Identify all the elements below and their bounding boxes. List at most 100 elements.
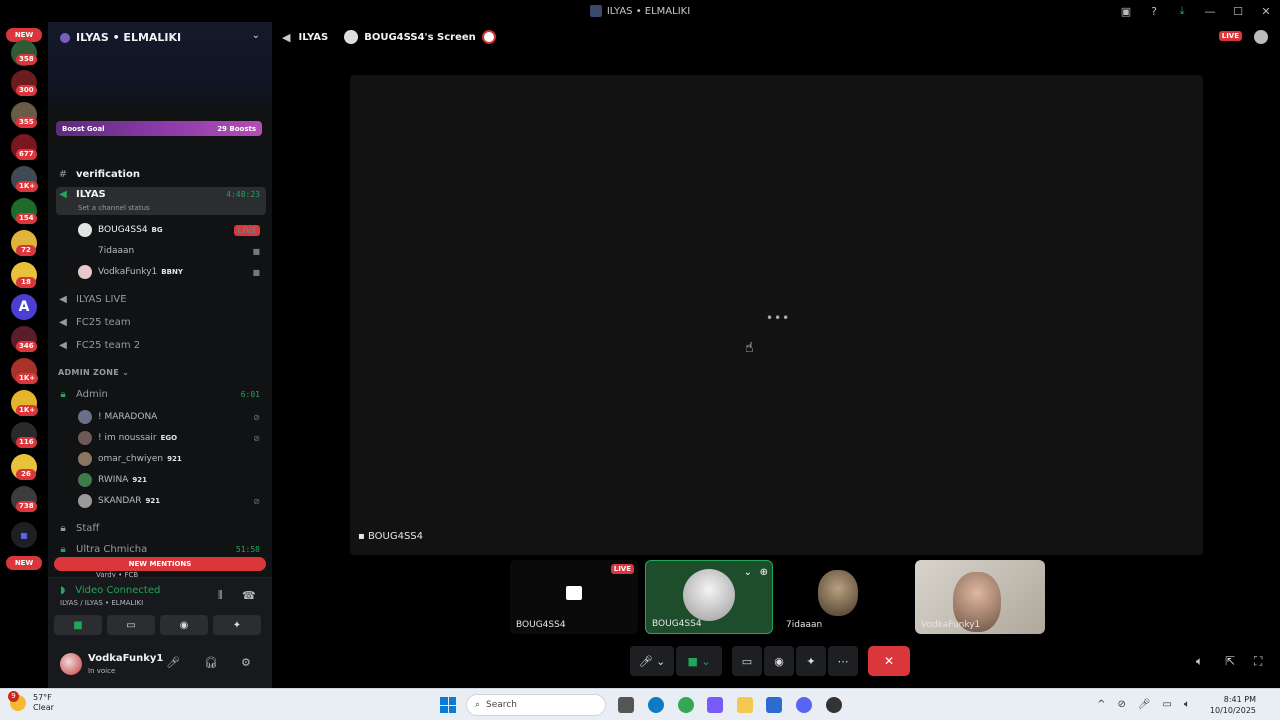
- channel-verification[interactable]: # verification: [56, 166, 266, 182]
- avatar: [78, 223, 92, 237]
- chevron-up-icon[interactable]: ^: [1097, 699, 1105, 710]
- voice-member[interactable]: VodkaFunky1 BBNY ■: [78, 264, 264, 280]
- voice-member[interactable]: 7idaaan ■: [78, 243, 264, 259]
- task-view-icon[interactable]: [618, 697, 634, 713]
- display-icon[interactable]: ▭: [1163, 699, 1172, 710]
- voice-channel-fc25-team-2[interactable]: ◀ FC25 team 2: [56, 337, 266, 353]
- microphone-icon[interactable]: 🎤︎: [1138, 699, 1151, 710]
- camera-feed: [818, 570, 858, 616]
- noise-suppression-icon[interactable]: ⫼: [218, 590, 223, 601]
- chrome-icon[interactable]: [678, 697, 694, 713]
- chevron-down-icon[interactable]: ⌄: [252, 30, 260, 41]
- soundboard-button[interactable]: ✦: [213, 615, 261, 635]
- popout-icon[interactable]: ⇱: [1225, 654, 1235, 668]
- voice-connection-panel: ◗ Video Connected ILYAS / ILYAS • ELMALI…: [48, 577, 272, 689]
- speaker-icon: ◀: [59, 316, 67, 328]
- hand-cursor-icon: ☝: [745, 340, 754, 356]
- more-options-button[interactable]: ⋯: [828, 646, 858, 676]
- camera-button[interactable]: ■: [54, 615, 102, 635]
- file-explorer-icon[interactable]: [737, 697, 753, 713]
- mention-badge: 1K+: [16, 405, 39, 416]
- close-button[interactable]: ✕: [1252, 5, 1280, 18]
- server-header[interactable]: ILYAS • ELMALIKI ⌄: [48, 22, 272, 110]
- edge-icon[interactable]: [648, 697, 664, 713]
- lock-icon: 🔒︎: [60, 522, 66, 534]
- boost-goal-label: Boost Goal: [62, 124, 105, 133]
- activity-button[interactable]: ◉: [764, 646, 794, 676]
- add-user-icon[interactable]: ⊕: [760, 567, 768, 578]
- voice-member[interactable]: BOUG4SS4 BG LIVE: [78, 222, 264, 238]
- screen-share-label: ▪ BOUG4SS4: [358, 531, 424, 542]
- start-button[interactable]: [440, 697, 456, 713]
- user-panel[interactable]: VodkaFunky1 In voice 🎤︎ 🎧︎ ⚙: [48, 646, 272, 689]
- channel-status[interactable]: Set a channel status: [78, 204, 150, 212]
- mention-badge: 26: [16, 469, 36, 480]
- mention-badge: 154: [16, 213, 37, 224]
- screen-share-button[interactable]: ▭: [107, 615, 155, 635]
- voice-member[interactable]: ! MARADONA ⊘: [78, 409, 264, 425]
- volume-icon[interactable]: 🔈︎: [1184, 699, 1190, 710]
- chevron-down-icon[interactable]: ⌄: [744, 567, 752, 578]
- voice-member[interactable]: RWINA 921: [78, 472, 264, 488]
- voice-member[interactable]: omar_chwiyen 921: [78, 451, 264, 467]
- live-badge: LIVE: [234, 224, 260, 236]
- screen-share-button[interactable]: ▭: [732, 646, 762, 676]
- network-icon[interactable]: ⊘: [1117, 699, 1125, 710]
- new-unreads-pill-bottom[interactable]: NEW: [6, 556, 42, 570]
- inbox-icon[interactable]: ▣: [1112, 5, 1140, 18]
- store-icon[interactable]: [766, 697, 782, 713]
- participant-tile-screen[interactable]: LIVE BOUG4SS4: [510, 560, 638, 634]
- voice-member[interactable]: ! im noussair EGO ⊘: [78, 430, 264, 446]
- speaker-icon: ◀: [59, 339, 67, 351]
- participant-tile-vodkafunky1[interactable]: VodkaFunky1: [915, 560, 1045, 634]
- channel-name[interactable]: ILYAS: [298, 32, 328, 43]
- voice-channel-ilyas-live[interactable]: ◀ ILYAS LIVE: [56, 291, 266, 307]
- screen-share-view[interactable]: ••• ☝ ▪ BOUG4SS4: [350, 75, 1203, 555]
- camera-toggle-button[interactable]: ■ ⌄: [676, 646, 722, 676]
- end-call-button[interactable]: ✕: [868, 646, 910, 676]
- camera-icon: ■: [252, 246, 260, 256]
- app-taskbar-icon[interactable]: [826, 697, 842, 713]
- voice-channel-path[interactable]: ILYAS / ILYAS • ELMALIKI: [60, 599, 143, 607]
- maximize-button[interactable]: ☐: [1224, 5, 1252, 18]
- participant-tile-boug4ss4[interactable]: ⌄ ⊕ BOUG4SS4: [645, 560, 773, 634]
- voice-channel-ilyas[interactable]: ◀ ILYAS 4:48:23 Set a channel status: [56, 187, 266, 215]
- mute-button[interactable]: 🎤︎ ⌄: [630, 646, 674, 676]
- title-bar: ILYAS • ELMALIKI ▣ ? ⤓ — ☐ ✕: [0, 0, 1280, 22]
- weather-widget[interactable]: 9 57°F Clear: [8, 691, 54, 713]
- voice-channel-fc25-team[interactable]: ◀ FC25 team: [56, 314, 266, 330]
- headphones-icon[interactable]: 🎧︎: [204, 656, 218, 669]
- volume-icon[interactable]: 🔈︎: [1196, 654, 1203, 669]
- taskbar-search[interactable]: ⌕ Search: [466, 694, 606, 716]
- microphone-icon[interactable]: 🎤︎: [166, 656, 180, 669]
- server-icon-a[interactable]: A: [11, 294, 37, 320]
- voice-channel-admin[interactable]: 🔒︎ Admin 6:01: [56, 386, 266, 402]
- fullscreen-icon[interactable]: ⛶: [1254, 654, 1262, 669]
- soundboard-button[interactable]: ✦: [796, 646, 826, 676]
- activity-button[interactable]: ◉: [160, 615, 208, 635]
- voice-channel-staff[interactable]: 🔒︎ Staff: [56, 520, 266, 536]
- new-mentions-pill[interactable]: NEW MENTIONS: [54, 557, 266, 571]
- voice-channel-ultra-chmicha[interactable]: 🔒︎ Ultra Chmicha 51:58: [56, 542, 266, 556]
- mention-badge: 116: [16, 437, 37, 448]
- disconnect-icon[interactable]: ☎: [242, 589, 256, 602]
- mention-badge: 738: [16, 501, 37, 512]
- minimize-button[interactable]: —: [1196, 5, 1224, 18]
- voice-member[interactable]: SKANDAR 921 ⊘: [78, 493, 264, 509]
- download-icon[interactable]: ⤓: [1168, 4, 1196, 18]
- copilot-icon[interactable]: [707, 697, 723, 713]
- muted-icon: ⊘: [253, 496, 260, 506]
- search-icon: ⌕: [475, 700, 481, 710]
- voice-status[interactable]: ◗ Video Connected: [40, 585, 160, 596]
- boost-goal-bar[interactable]: Boost Goal 29 Boosts: [56, 121, 262, 136]
- discord-taskbar-icon[interactable]: [796, 697, 812, 713]
- clock[interactable]: 8:41 PM 10/10/2025: [1210, 694, 1256, 716]
- signal-icon: ◗: [60, 585, 66, 596]
- help-icon[interactable]: ?: [1140, 5, 1168, 18]
- gear-icon[interactable]: ⚙: [241, 656, 251, 669]
- folder-icon[interactable]: ▪: [11, 522, 37, 548]
- stream-stage: ◀ ILYAS BOUG4SS4's Screen LIVE ••• ☝ ▪ B…: [272, 22, 1280, 688]
- participant-tile-7idaaan[interactable]: 7idaaan: [780, 560, 908, 634]
- category-admin-zone[interactable]: ADMIN ZONE ⌄: [58, 368, 129, 377]
- chat-icon[interactable]: [1254, 30, 1268, 44]
